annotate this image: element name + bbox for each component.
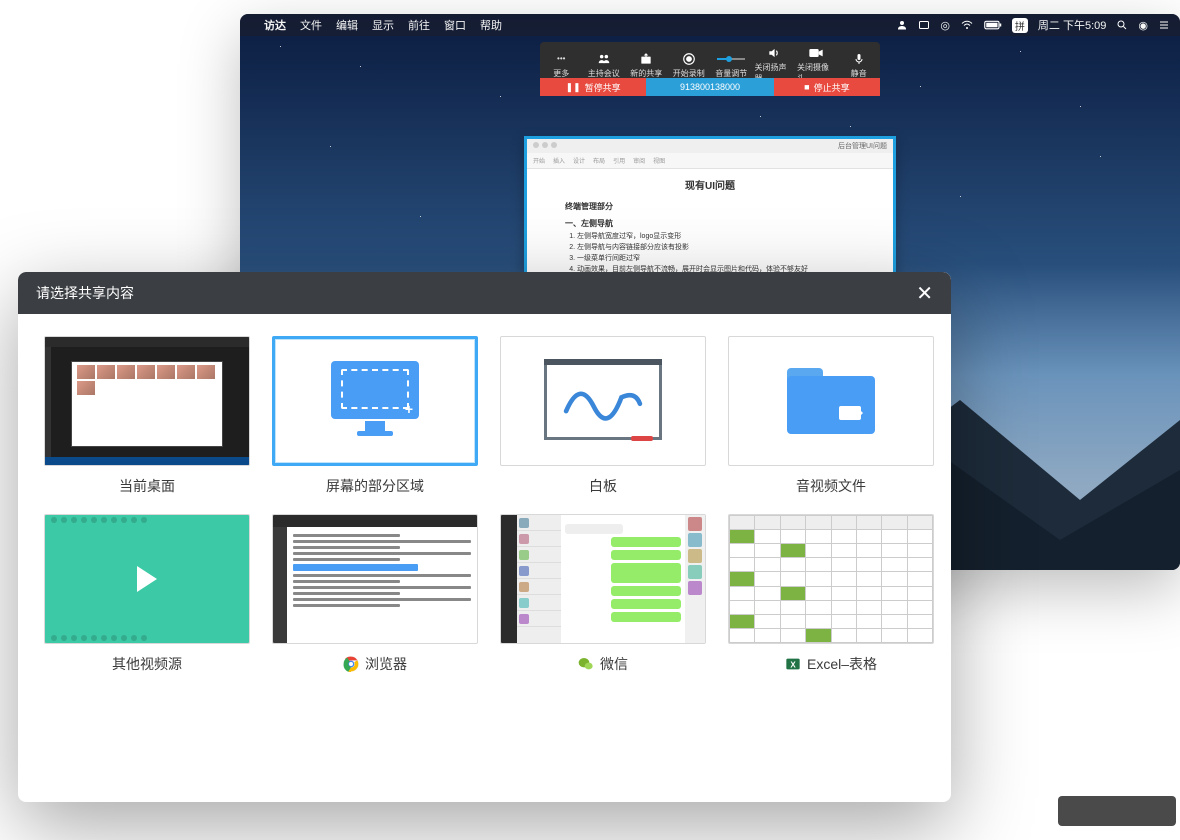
menubar-item[interactable]: 窗口 <box>444 17 466 33</box>
doc-toolbar: 开始插入设计布局引用审阅视图 <box>527 153 893 169</box>
dialog-title: 请选择共享内容 <box>36 283 134 303</box>
host-icon <box>596 52 612 66</box>
chrome-icon <box>343 656 359 672</box>
share-option-other-video[interactable]: 其他视频源 <box>44 514 250 674</box>
thumb-current-desktop <box>44 336 250 466</box>
wifi-icon[interactable] <box>960 19 974 31</box>
doc-list-item: 左侧导航宽度过窄，logo显示变形 <box>577 231 855 242</box>
conf-btn-label: 主持会议 <box>588 68 620 79</box>
menubar-app-name[interactable]: 访达 <box>264 17 286 33</box>
menubar-item[interactable]: 编辑 <box>336 17 358 33</box>
share-option-media-file[interactable]: 音视频文件 <box>728 336 934 496</box>
share-label: 白板 <box>589 476 617 496</box>
share-label: 浏览器 <box>365 654 407 674</box>
excel-icon: X <box>785 656 801 672</box>
play-icon <box>137 566 157 592</box>
conf-btn-label: 音量调节 <box>715 68 747 79</box>
user-icon[interactable] <box>896 19 908 31</box>
share-label: 当前桌面 <box>119 476 175 496</box>
siri-icon[interactable]: ◉ <box>1138 19 1148 32</box>
thumb-other-video <box>44 514 250 644</box>
share-option-wechat[interactable]: 微信 <box>500 514 706 674</box>
wechat-icon <box>578 656 594 672</box>
thumb-excel <box>728 514 934 644</box>
conf-btn-label: 静音 <box>851 68 867 79</box>
share-option-browser[interactable]: 浏览器 <box>272 514 478 674</box>
share-option-excel[interactable]: X Excel–表格 <box>728 514 934 674</box>
record-icon <box>682 52 696 66</box>
stop-label: 停止共享 <box>814 81 850 94</box>
share-up-icon <box>639 52 653 66</box>
battery-icon[interactable] <box>984 20 1002 30</box>
pause-icon: ❚❚ <box>566 82 581 93</box>
thumb-media-file <box>728 336 934 466</box>
accessibility-icon[interactable] <box>918 19 930 31</box>
thumb-whiteboard <box>500 336 706 466</box>
menubar-item[interactable]: 前往 <box>408 17 430 33</box>
stop-share-button[interactable]: ■ 停止共享 <box>774 78 880 96</box>
menubar-item[interactable]: 帮助 <box>480 17 502 33</box>
share-label: 屏幕的部分区域 <box>326 476 424 496</box>
floating-pill[interactable] <box>1058 796 1176 826</box>
doc-section: 终端管理部分 <box>565 201 855 214</box>
share-label: 其他视频源 <box>112 654 182 674</box>
folder-icon <box>787 368 875 434</box>
volume-slider-icon <box>717 52 745 66</box>
conf-btn-label: 新的共享 <box>630 68 662 79</box>
screen-mirror-icon[interactable]: ◎ <box>940 19 950 32</box>
doc-titlebar: 后台管理UI问题 <box>527 139 893 153</box>
pause-label: 暂停共享 <box>585 81 621 94</box>
share-selection-dialog: 请选择共享内容 ✕ 当前桌面 + 屏幕 <box>18 272 951 802</box>
spotlight-icon[interactable] <box>1116 19 1128 31</box>
pause-share-button[interactable]: ❚❚ 暂停共享 <box>540 78 646 96</box>
conf-btn-label: 更多 <box>553 68 569 79</box>
stop-icon: ■ <box>804 82 809 92</box>
share-label: 微信 <box>600 654 628 674</box>
share-label: Excel–表格 <box>807 654 877 674</box>
doc-content: 现有UI问题 终端管理部分 一、左侧导航 左侧导航宽度过窄，logo显示变形 左… <box>527 169 893 285</box>
ime-indicator[interactable]: 拼 <box>1012 18 1028 33</box>
menubar-item[interactable]: 文件 <box>300 17 322 33</box>
mic-icon <box>853 52 865 66</box>
monitor-icon: + <box>325 361 425 441</box>
more-icon: ••• <box>557 52 565 66</box>
thumb-wechat <box>500 514 706 644</box>
share-label: 音视频文件 <box>796 476 866 496</box>
doc-subsection: 一、左侧导航 <box>565 218 855 231</box>
mac-menubar: 访达 文件 编辑 显示 前往 窗口 帮助 ◎ 拼 周二 下午5:09 ◉ <box>240 14 1180 36</box>
conf-btn-label: 开始录制 <box>673 68 705 79</box>
menubar-clock[interactable]: 周二 下午5:09 <box>1038 17 1106 33</box>
share-option-whiteboard[interactable]: 白板 <box>500 336 706 496</box>
doc-list-item: 一级菜单行间距过窄 <box>577 253 855 264</box>
speaker-icon <box>766 46 782 60</box>
thumb-screen-region: + <box>272 336 478 466</box>
close-button[interactable]: ✕ <box>916 281 933 306</box>
svg-text:X: X <box>790 660 796 669</box>
meeting-id: 913800138000 <box>646 78 774 96</box>
camera-icon <box>808 46 824 60</box>
doc-list-item: 左侧导航与内容链接部分应该有投影 <box>577 242 855 253</box>
doc-title: 后台管理UI问题 <box>838 141 887 151</box>
dialog-header: 请选择共享内容 ✕ <box>18 272 951 314</box>
conference-status-bar: ❚❚ 暂停共享 913800138000 ■ 停止共享 <box>540 78 880 96</box>
thumb-browser <box>272 514 478 644</box>
notification-center-icon[interactable] <box>1158 19 1170 31</box>
share-option-screen-region[interactable]: + 屏幕的部分区域 <box>272 336 478 496</box>
doc-heading: 现有UI问题 <box>565 179 855 195</box>
menubar-item[interactable]: 显示 <box>372 17 394 33</box>
share-option-current-desktop[interactable]: 当前桌面 <box>44 336 250 496</box>
